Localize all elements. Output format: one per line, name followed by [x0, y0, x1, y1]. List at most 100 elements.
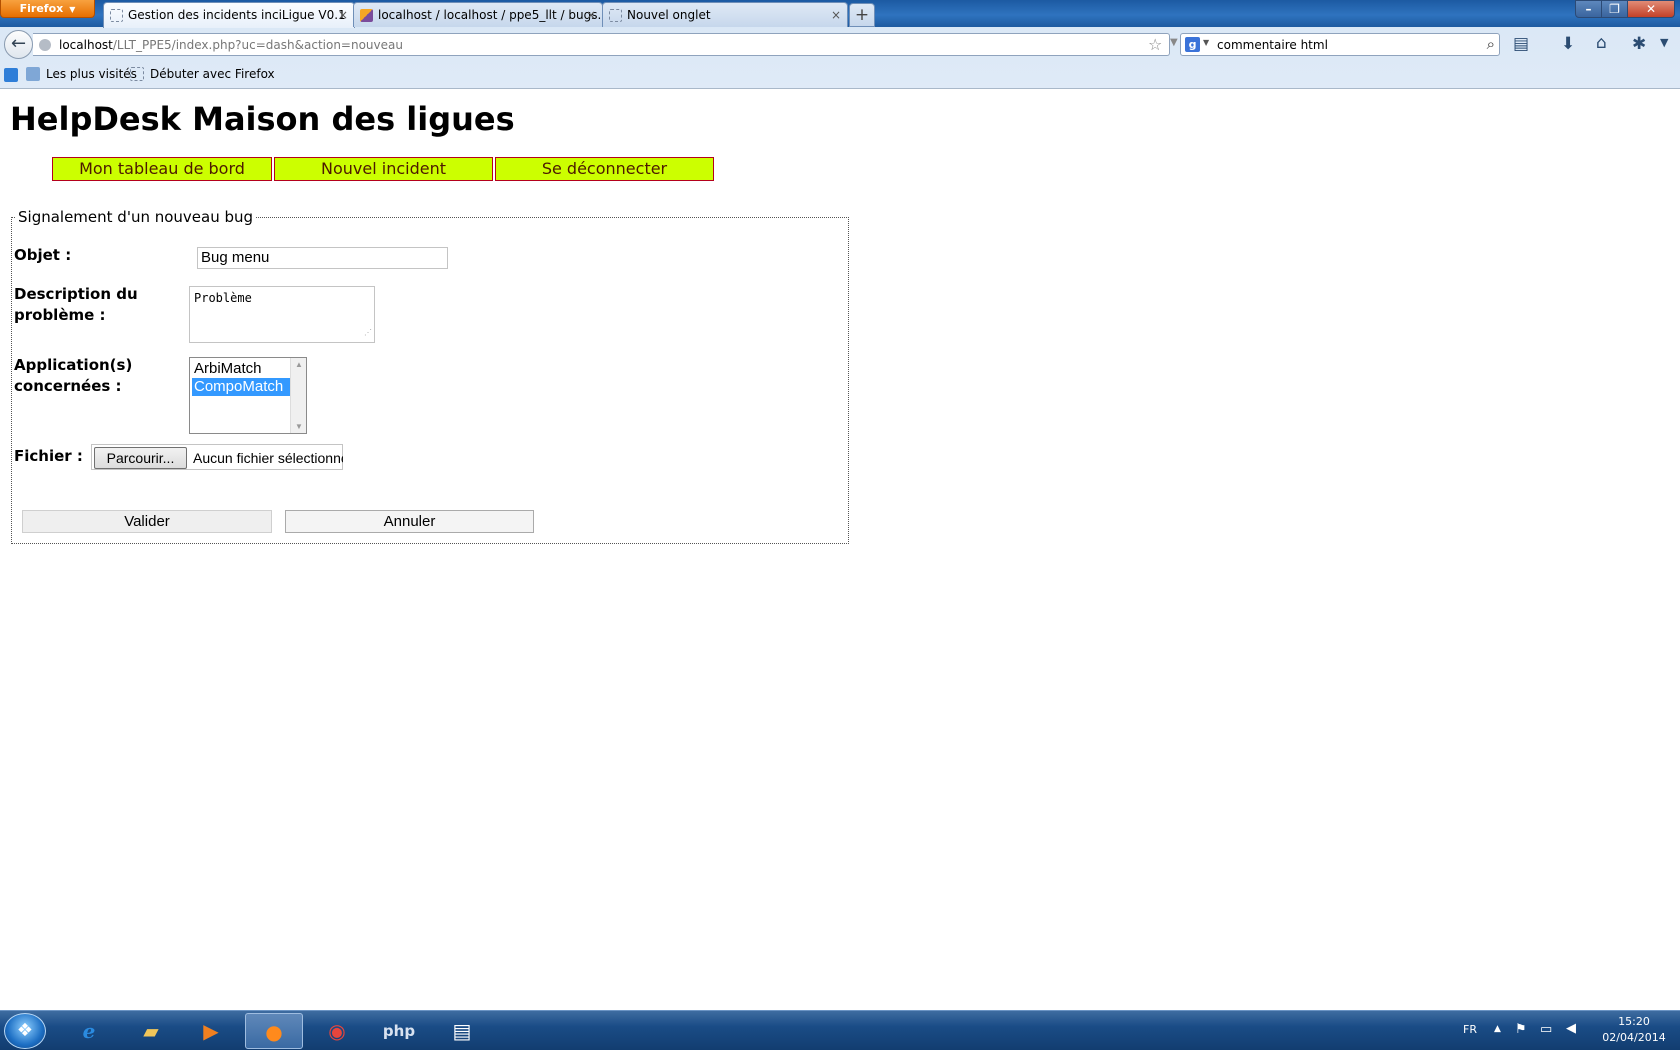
scroll-up-icon[interactable]: ▲	[295, 360, 303, 369]
back-button[interactable]: ←	[4, 30, 33, 59]
google-icon[interactable]: g	[1185, 37, 1200, 52]
listbox-scrollbar[interactable]: ▲ ▼	[290, 358, 306, 433]
addon-icon[interactable]: ✱	[1632, 34, 1646, 54]
navigation-bar: ← localhost/LLT_PPE5/index.php?uc=dash&a…	[0, 27, 1680, 61]
scroll-down-icon[interactable]: ▼	[295, 422, 303, 431]
phpmyadmin-icon	[360, 9, 373, 22]
show-hidden-icons-icon[interactable]: ▲	[1494, 1024, 1501, 1034]
valider-button[interactable]: Valider	[22, 510, 272, 533]
taskbar-writer[interactable]: ▤	[433, 1013, 491, 1049]
bookmarks-menu-icon[interactable]: ▤	[1513, 34, 1529, 54]
volume-icon[interactable]: ◀	[1566, 1021, 1576, 1036]
menu-item-se-deconnecter[interactable]: Se déconnecter	[495, 157, 714, 181]
annuler-button[interactable]: Annuler	[285, 510, 534, 533]
taskbar-explorer[interactable]: ▰	[122, 1013, 180, 1049]
taskbar-firefox[interactable]: ●	[245, 1013, 303, 1049]
chevron-down-icon: ▼	[69, 5, 76, 14]
media-player-icon: ▶	[203, 1019, 219, 1043]
chrome-icon: ◉	[328, 1019, 346, 1043]
title-bar: Firefox ▼ Gestion des incidents inciLigue…	[0, 0, 1680, 28]
tab-label: Gestion des incidents inciLigue V0.1	[128, 8, 346, 22]
language-indicator[interactable]: FR	[1463, 1023, 1477, 1036]
taskbar-internet-explorer[interactable]: e	[60, 1013, 118, 1049]
page-content: HelpDesk Maison des ligues Mon tableau d…	[0, 89, 1680, 1010]
tab-nouvel-onglet[interactable]: Nouvel onglet ×	[602, 2, 848, 27]
bookmark-label: Les plus visités	[46, 67, 137, 81]
tab-phpmyadmin[interactable]: localhost / localhost / ppe5_llt / bugs.…	[353, 2, 603, 27]
internet-explorer-icon: e	[82, 1019, 96, 1043]
downloads-icon[interactable]: ⬇	[1561, 34, 1575, 54]
fichier-label: Fichier :	[14, 447, 83, 465]
clock-date: 02/04/2014	[1602, 1031, 1666, 1044]
firefox-icon: ●	[265, 1020, 283, 1044]
back-arrow-icon: ←	[10, 33, 27, 54]
action-center-icon[interactable]: ⚑	[1515, 1022, 1527, 1037]
applications-listbox[interactable]: ArbiMatch CompoMatch ▲ ▼	[189, 357, 307, 434]
firefox-menu-label: Firefox	[19, 2, 64, 15]
search-icon[interactable]: ⌕	[1487, 35, 1495, 53]
applications-label: Application(s) concernées :	[14, 356, 133, 395]
url-host: localhost	[59, 38, 113, 52]
description-label: Description du problème :	[14, 285, 138, 324]
menu-item-tableau-de-bord[interactable]: Mon tableau de bord	[52, 157, 272, 181]
bookmark-star-icon[interactable]: ☆	[1148, 35, 1162, 54]
clock[interactable]: 15:20 02/04/2014	[1594, 1014, 1674, 1046]
close-tab-icon[interactable]: ×	[338, 3, 348, 27]
bookmark-label: Débuter avec Firefox	[150, 67, 275, 81]
file-input[interactable]: Parcourir... Aucun fichier sélectionné	[91, 444, 343, 470]
page-icon	[130, 67, 144, 81]
windows-taskbar: ❖ e ▰ ▶ ● ◉ php ▤ FR ▲ ⚑ ▭ ◀ 15:20 02/04…	[0, 1010, 1680, 1050]
page-title: HelpDesk Maison des ligues	[10, 100, 515, 138]
browser-chrome: Firefox ▼ Gestion des incidents inciLigue…	[0, 0, 1680, 89]
folder-icon: ▰	[143, 1019, 159, 1043]
page-icon	[110, 9, 123, 22]
new-bug-form: Signalement d'un nouveau bug Objet : Bug…	[11, 208, 849, 544]
browse-button[interactable]: Parcourir...	[94, 447, 187, 469]
network-icon[interactable]: ▭	[1540, 1022, 1552, 1037]
site-identity-icon[interactable]	[39, 39, 51, 51]
bookmark-les-plus-visites[interactable]: Les plus visités	[26, 66, 137, 82]
close-window-button[interactable]: ✕	[1627, 0, 1675, 18]
taskbar-media-player[interactable]: ▶	[182, 1013, 240, 1049]
taskbar-chrome[interactable]: ◉	[308, 1013, 366, 1049]
tab-gestion-incidents[interactable]: Gestion des incidents inciLigue V0.1 ×	[103, 2, 355, 28]
url-bar[interactable]: localhost/LLT_PPE5/index.php?uc=dash&act…	[33, 33, 1198, 56]
document-icon: ▤	[452, 1019, 472, 1043]
search-input[interactable]: commentaire html	[1217, 34, 1328, 56]
close-tab-icon[interactable]: ×	[586, 3, 596, 27]
menu-item-nouvel-incident[interactable]: Nouvel incident	[274, 157, 493, 181]
search-engine-dropdown-icon[interactable]: ▼	[1203, 38, 1209, 47]
search-bar[interactable]: g ▼ commentaire html ⌕	[1180, 33, 1500, 56]
description-textarea[interactable]: Problème ⋰	[189, 286, 375, 343]
history-dropdown-icon[interactable]: ▼	[1170, 37, 1178, 48]
resize-grip-icon[interactable]: ⋰	[364, 325, 372, 341]
option-arbimatch[interactable]: ArbiMatch	[192, 360, 290, 378]
taskbar-phpstorm[interactable]: php	[370, 1013, 428, 1049]
firefox-menu-button[interactable]: Firefox ▼	[0, 0, 95, 18]
tab-label: localhost / localhost / ppe5_llt / bugs.…	[378, 8, 603, 22]
page-icon	[609, 9, 622, 22]
home-icon[interactable]: ⌂	[1596, 33, 1607, 53]
chevron-down-icon[interactable]: ▼	[1660, 36, 1668, 49]
url-path: /LLT_PPE5/index.php?uc=dash&action=nouve…	[112, 38, 403, 52]
objet-input[interactable]: Bug menu	[197, 247, 448, 269]
smart-bookmark-icon	[26, 67, 40, 81]
description-value: Problème	[194, 291, 252, 305]
maximize-button[interactable]: ❐	[1601, 0, 1628, 18]
clock-time: 15:20	[1618, 1015, 1650, 1028]
windows-logo-icon: ❖	[16, 1020, 34, 1041]
close-tab-icon[interactable]: ×	[831, 3, 841, 27]
bookmark-debuter-avec-firefox[interactable]: Débuter avec Firefox	[130, 66, 275, 82]
bookmarks-toolbar: Les plus visités Débuter avec Firefox	[0, 62, 1680, 88]
objet-label: Objet :	[14, 246, 72, 264]
option-compomatch[interactable]: CompoMatch	[192, 378, 290, 396]
database-icon[interactable]	[4, 68, 18, 82]
tab-label: Nouvel onglet	[627, 8, 711, 22]
start-button[interactable]: ❖	[4, 1013, 46, 1049]
file-status-text: Aucun fichier sélectionné	[193, 450, 343, 466]
form-legend: Signalement d'un nouveau bug	[16, 208, 256, 226]
php-icon: php	[382, 1022, 416, 1040]
url-text: localhost/LLT_PPE5/index.php?uc=dash&act…	[59, 34, 403, 56]
new-tab-button[interactable]: +	[849, 3, 875, 27]
minimize-button[interactable]: –	[1575, 0, 1602, 18]
